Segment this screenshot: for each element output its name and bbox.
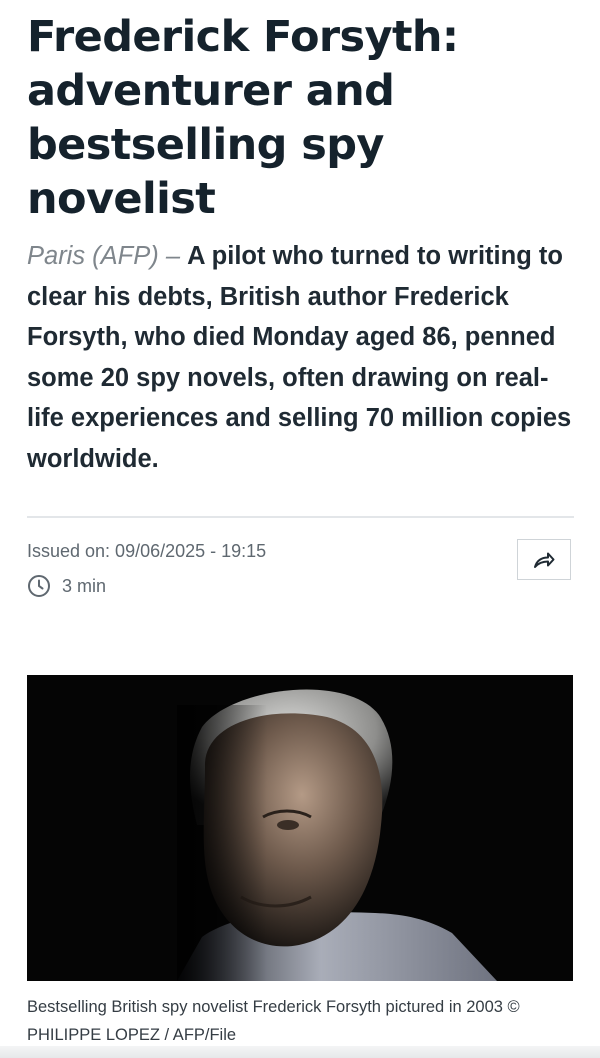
read-time-label: 3 min — [62, 575, 107, 596]
article-headline: Frederick Forsyth: adventurer and bestse… — [27, 12, 459, 224]
article-photo — [27, 675, 573, 981]
article-lead: Paris (AFP) – A pilot who turned to writ… — [27, 236, 575, 479]
photo-caption: Bestselling British spy novelist Frederi… — [27, 998, 520, 1044]
dateline: Paris (AFP) — [27, 242, 159, 270]
dateline-separator: – — [158, 242, 188, 270]
bottom-edge — [0, 1046, 600, 1058]
article: Frederick Forsyth: adventurer and bestse… — [0, 0, 600, 1058]
share-button[interactable] — [517, 539, 571, 580]
read-time: 3 min — [27, 574, 106, 598]
share-arrow-icon — [534, 552, 555, 568]
meta-divider — [27, 516, 574, 518]
portrait-image — [27, 675, 573, 981]
lead-text: A pilot who turned to writing to clear h… — [27, 242, 572, 473]
issued-date: Issued on: 09/06/2025 - 19:15 — [27, 541, 267, 561]
clock-icon — [28, 575, 50, 597]
